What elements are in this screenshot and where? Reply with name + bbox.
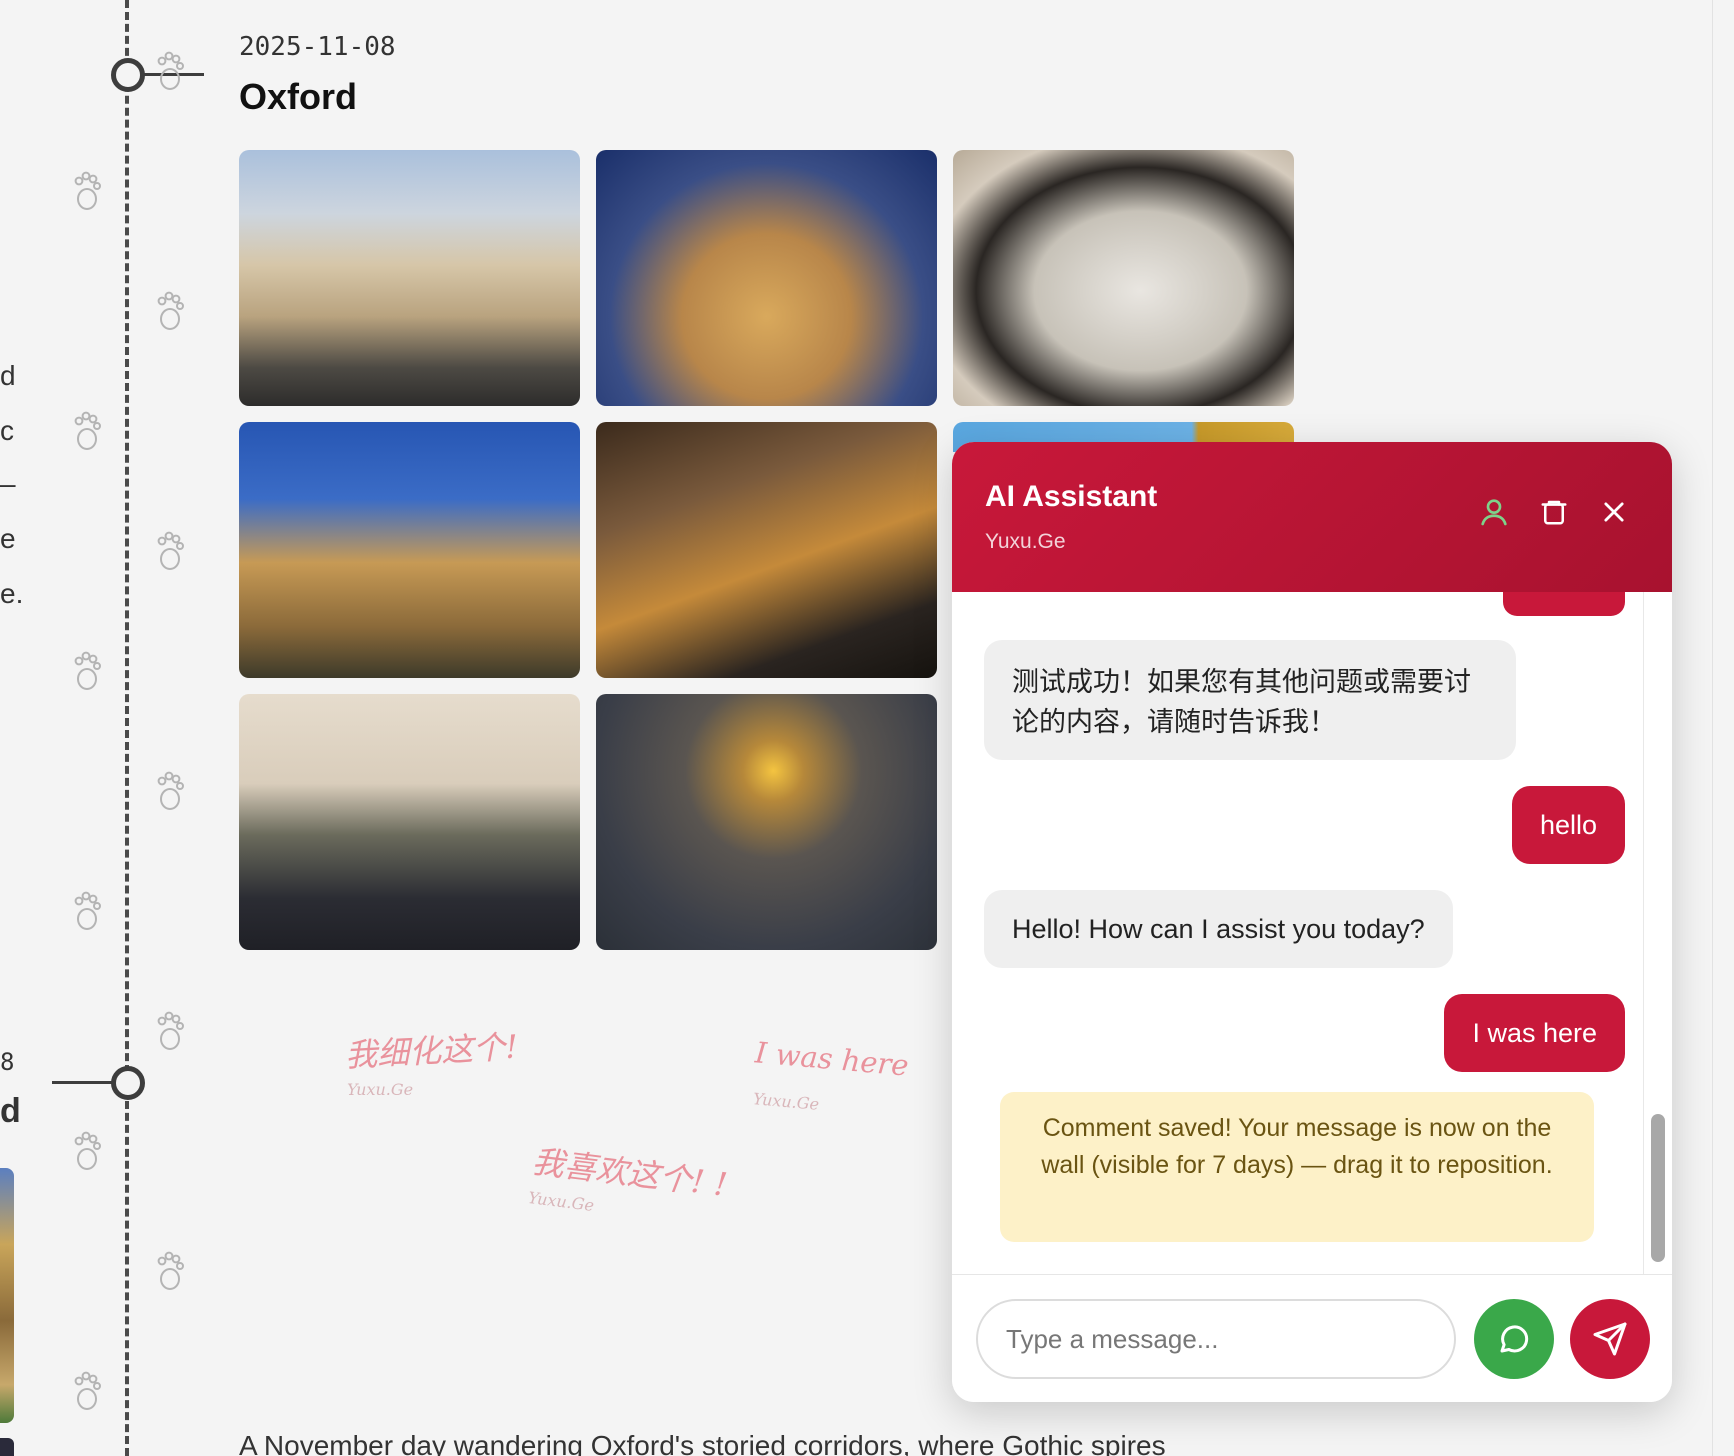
- edge-date: 8: [0, 1048, 15, 1076]
- paw-print-icon: [155, 288, 185, 332]
- paw-print-icon: [155, 1248, 185, 1292]
- close-button[interactable]: [1596, 494, 1632, 530]
- photo-street[interactable]: [239, 150, 580, 406]
- system-notice: Comment saved! Your message is now on th…: [1000, 1092, 1594, 1242]
- entry-title: Oxford: [239, 76, 358, 117]
- paw-print-icon: [155, 1008, 185, 1052]
- chat-input-bar: [952, 1274, 1672, 1402]
- chat-bubble-icon: [1500, 1325, 1529, 1353]
- profile-button[interactable]: [1476, 494, 1512, 530]
- paw-print-icon: [72, 888, 102, 932]
- timeline-node[interactable]: [111, 58, 145, 92]
- paw-print-icon: [155, 48, 185, 92]
- bot-message: Hello! How can I assist you today?: [984, 890, 1453, 968]
- bot-message: 测试成功！如果您有其他问题或需要讨 论的内容，请随时告诉我！: [984, 640, 1516, 760]
- timeline-line: [125, 0, 129, 1456]
- photo-einstein-blackboard[interactable]: [239, 694, 580, 950]
- edge-text: d: [0, 360, 16, 391]
- clear-chat-button[interactable]: [1536, 494, 1572, 530]
- edge-text: –: [0, 468, 16, 499]
- user-message: hello: [1511, 786, 1625, 864]
- chat-messages[interactable]: 测试成功！如果您有其他问题或需要讨 论的内容，请随时告诉我！ hello Hel…: [952, 592, 1656, 1274]
- bot-message-line: 论的内容，请随时告诉我！: [1012, 707, 1336, 737]
- entry-description: A November day wandering Oxford's storie…: [239, 1430, 1166, 1456]
- edge-title: d: [0, 1092, 21, 1130]
- photo-dining-hall[interactable]: [596, 422, 937, 678]
- paw-print-icon: [72, 168, 102, 212]
- edge-text: e.: [0, 578, 24, 609]
- edge-photo[interactable]: [0, 1438, 14, 1456]
- user-message: I was here: [1444, 994, 1625, 1072]
- timeline-connector: [52, 1081, 116, 1084]
- edge-photo[interactable]: [0, 1168, 14, 1423]
- user-icon: [1481, 499, 1507, 526]
- photo-college-facade[interactable]: [239, 422, 580, 678]
- entry-date: 2025-11-08: [239, 32, 396, 62]
- wall-note-signature: Yuxu.Ge: [527, 1188, 596, 1215]
- chat-panel: AI Assistant Yuxu.Ge 测试成功！如果您有其他问题或需要讨 论…: [952, 442, 1672, 1402]
- photo-orrery[interactable]: [596, 694, 937, 950]
- photo-archway[interactable]: [953, 150, 1294, 406]
- chat-subtitle: Yuxu.Ge: [985, 530, 1066, 553]
- close-icon: [1604, 502, 1624, 522]
- edge-text: c: [0, 415, 14, 446]
- send-button[interactable]: [1570, 1299, 1650, 1379]
- chat-title: AI Assistant: [985, 480, 1158, 513]
- wall-note-signature: Yuxu.Ge: [752, 1089, 820, 1114]
- user-message: [1503, 592, 1625, 616]
- wall-note[interactable]: 我细化这个!: [344, 1022, 519, 1077]
- paw-print-icon: [72, 1128, 102, 1172]
- wall-note[interactable]: I was here: [754, 1035, 910, 1082]
- wall-note-signature: Yuxu.Ge: [347, 1080, 414, 1099]
- chat-scroll-track: [1643, 592, 1644, 1274]
- timeline-node[interactable]: [111, 1066, 145, 1100]
- message-input[interactable]: [976, 1299, 1456, 1379]
- send-icon: [1593, 1322, 1627, 1356]
- paw-print-icon: [155, 528, 185, 572]
- edge-text: e: [0, 523, 16, 554]
- paw-print-icon: [155, 768, 185, 812]
- page-scrollbar[interactable]: [1712, 0, 1713, 1456]
- paw-print-icon: [72, 648, 102, 692]
- trash-icon: [1541, 500, 1567, 525]
- paw-print-icon: [72, 1368, 102, 1412]
- chat-scrollbar[interactable]: [1651, 1114, 1665, 1262]
- comment-button[interactable]: [1474, 1299, 1554, 1379]
- photo-radcliffe-camera[interactable]: [596, 150, 937, 406]
- paw-print-icon: [72, 408, 102, 452]
- bot-message-line: 测试成功！如果您有其他问题或需要讨: [1012, 667, 1471, 697]
- chat-header: AI Assistant Yuxu.Ge: [952, 442, 1672, 592]
